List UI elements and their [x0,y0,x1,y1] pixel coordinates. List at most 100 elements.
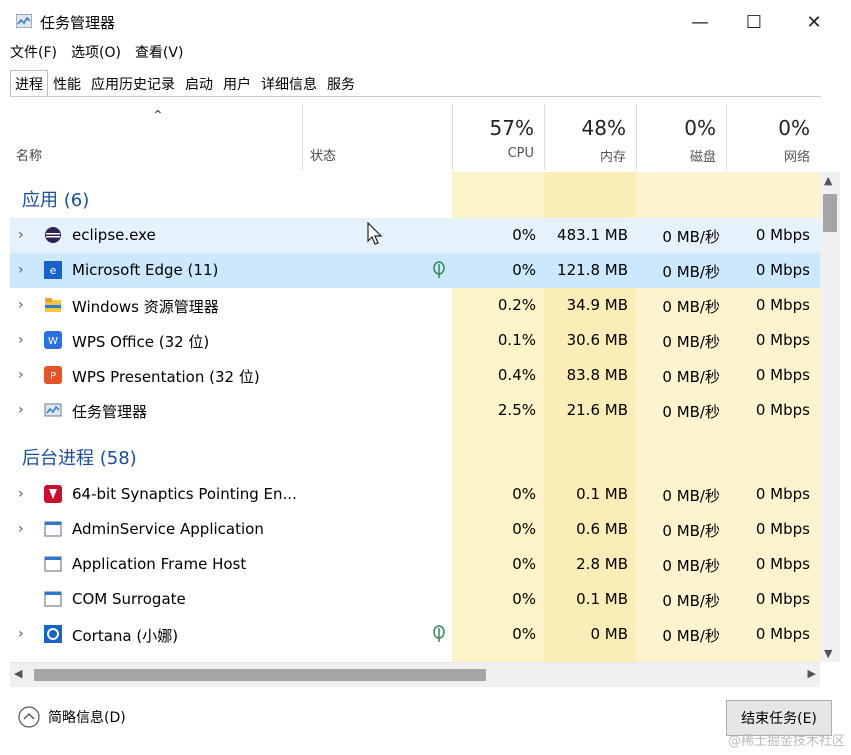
scroll-right-icon[interactable]: ▶ [808,667,816,680]
wps-icon: W [44,331,62,349]
process-row-task-manager[interactable]: › 任务管理器 2.5% 21.6 MB 0 MB/秒 0 Mbps [10,393,820,428]
cpu-value: 2.5% [497,401,536,419]
menu-view[interactable]: 查看(V) [133,42,186,64]
memory-total: 48% [581,116,626,140]
expand-chevron-icon[interactable]: › [18,367,24,383]
tab-users[interactable]: 用户 [218,70,256,96]
app-icon [44,556,62,572]
process-name: Cortana (小娜) [72,627,179,645]
disk-total: 0% [684,116,716,140]
network-value: 0 Mbps [755,226,810,244]
cpu-value: 0% [512,226,536,244]
process-row-edge[interactable]: › e Microsoft Edge (11) 0% 121.8 MB 0 MB… [10,253,820,288]
menu-options[interactable]: 选项(O) [69,42,123,64]
process-row-wps-presentation[interactable]: › P WPS Presentation (32 位) 0.4% 83.8 MB… [10,358,820,393]
fewer-details-toggle[interactable]: 简略信息(D) [18,706,126,728]
expand-chevron-icon[interactable]: › [18,332,24,348]
memory-value: 83.8 MB [566,366,628,384]
disk-label: 磁盘 [689,150,716,165]
maximize-button[interactable]: ☐ [724,4,784,40]
expand-chevron-icon[interactable]: › [18,262,24,278]
disk-value: 0 MB/秒 [662,487,720,505]
network-value: 0 Mbps [755,366,810,384]
tab-app-history[interactable]: 应用历史记录 [86,70,180,96]
process-row-explorer[interactable]: › Windows 资源管理器 0.2% 34.9 MB 0 MB/秒 0 Mb… [10,288,820,323]
cpu-total: 57% [489,116,534,140]
memory-value: 30.6 MB [566,331,628,349]
tab-details[interactable]: 详细信息 [256,70,322,96]
disk-value: 0 MB/秒 [662,263,720,281]
process-row-adminservice[interactable]: › AdminService Application 0% 0.6 MB 0 M… [10,512,820,547]
column-header-disk[interactable]: 0% 磁盘 [636,104,727,170]
expand-chevron-icon[interactable]: › [18,521,24,537]
synaptics-icon [44,485,62,503]
footer-bar: 简略信息(D) [0,688,851,755]
disk-value: 0 MB/秒 [662,298,720,316]
network-value: 0 Mbps [755,331,810,349]
group-apps[interactable]: 应用 (6) [10,180,452,215]
vertical-scroll-thumb[interactable] [823,194,837,232]
menu-bar: 文件(F) 选项(O) 查看(V) [8,42,185,64]
horizontal-scrollbar[interactable]: ◀ ▶ [10,662,820,687]
process-name: WPS Presentation (32 位) [72,368,260,386]
network-value: 0 Mbps [755,625,810,643]
task-manager-window: 任务管理器 — ☐ ✕ 文件(F) 选项(O) 查看(V) 进程 性能 应用历史… [0,0,851,755]
column-header-network[interactable]: 0% 网络 [726,104,820,170]
expand-chevron-icon[interactable]: › [18,402,24,418]
edge-icon: e [44,261,62,279]
svg-text:W: W [48,336,58,347]
column-header-cpu[interactable]: 57% CPU [452,104,545,170]
network-value: 0 Mbps [755,485,810,503]
cpu-value: 0% [512,590,536,608]
memory-value: 483.1 MB [557,226,628,244]
tab-startup[interactable]: 启动 [180,70,218,96]
disk-value: 0 MB/秒 [662,403,720,421]
cpu-value: 0.1% [497,331,536,349]
memory-label: 内存 [599,150,626,165]
tab-services[interactable]: 服务 [322,70,360,96]
group-background[interactable]: 后台进程 (58) [10,434,452,469]
column-header-status[interactable]: 状态 [302,104,453,170]
column-header-memory[interactable]: 48% 内存 [544,104,637,170]
disk-value: 0 MB/秒 [662,557,720,575]
expand-chevron-icon[interactable]: › [18,227,24,243]
cpu-value: 0.4% [497,366,536,384]
disk-value: 0 MB/秒 [662,368,720,386]
cpu-value: 0% [512,625,536,643]
disk-value: 0 MB/秒 [662,522,720,540]
vertical-scrollbar[interactable]: ▲ ▼ [820,172,840,662]
memory-value: 21.6 MB [566,401,628,419]
network-value: 0 Mbps [755,520,810,538]
process-name: 任务管理器 [72,403,148,421]
taskmgr-icon [44,403,62,417]
horizontal-scroll-thumb[interactable] [34,669,486,681]
process-row-com-surrogate[interactable]: COM Surrogate 0% 0.1 MB 0 MB/秒 0 Mbps [10,582,820,617]
scroll-down-icon[interactable]: ▼ [824,647,832,660]
minimize-button[interactable]: — [670,4,730,40]
network-label: 网络 [783,150,810,165]
process-row-app-frame-host[interactable]: Application Frame Host 0% 2.8 MB 0 MB/秒 … [10,547,820,582]
network-value: 0 Mbps [755,401,810,419]
process-row-cortana[interactable]: › Cortana (小娜) 0% 0 MB 0 MB/秒 0 Mbps [10,617,820,652]
svg-text:P: P [50,371,56,382]
expand-chevron-icon[interactable]: › [18,486,24,502]
menu-file[interactable]: 文件(F) [8,42,59,64]
memory-value: 0.1 MB [576,590,628,608]
network-value: 0 Mbps [755,296,810,314]
column-header-name[interactable]: ⌃ 名称 [10,104,303,170]
expand-chevron-icon[interactable]: › [18,626,24,642]
scroll-left-icon[interactable]: ◀ [14,667,22,680]
window-title: 任务管理器 [40,14,116,32]
column-name-label: 名称 [16,149,43,164]
watermark: @稀土掘金技术社区 [727,734,845,749]
close-button[interactable]: ✕ [784,4,844,40]
process-name: COM Surrogate [72,590,186,608]
process-row-wps-office[interactable]: › W WPS Office (32 位) 0.1% 30.6 MB 0 MB/… [10,323,820,358]
cpu-value: 0.2% [497,296,536,314]
process-row-synaptics[interactable]: › 64-bit Synaptics Pointing En... 0% 0.1… [10,477,820,512]
tab-performance[interactable]: 性能 [48,70,86,96]
scroll-up-icon[interactable]: ▲ [824,174,832,187]
expand-chevron-icon[interactable]: › [18,297,24,313]
process-row-eclipse[interactable]: › eclipse.exe 0% 483.1 MB 0 MB/秒 0 Mbps [10,218,820,253]
tab-processes[interactable]: 进程 [10,70,48,96]
